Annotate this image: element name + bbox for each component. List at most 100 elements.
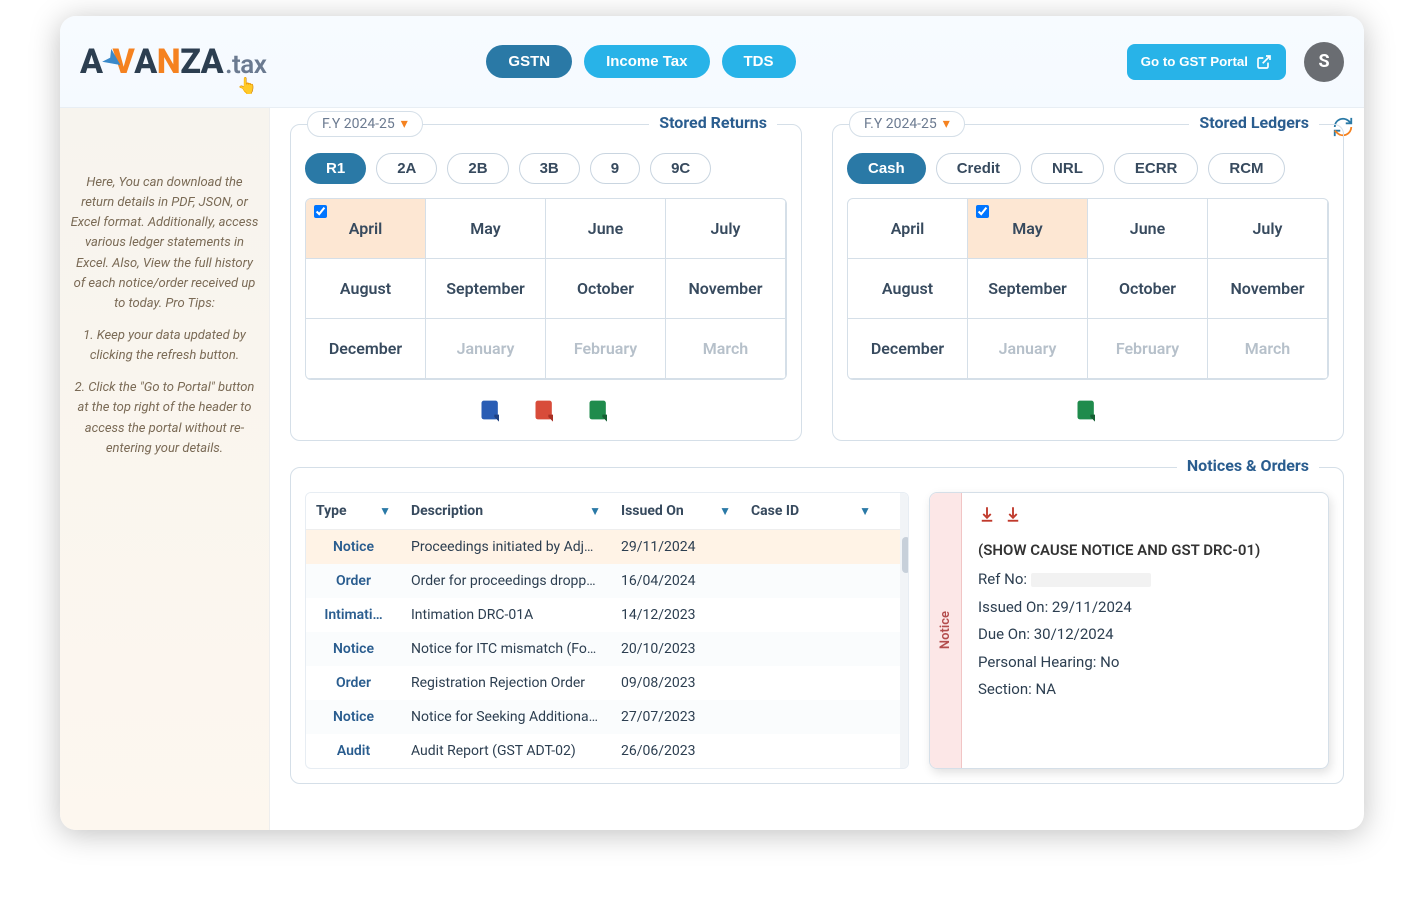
returns-month-november[interactable]: November [666,259,786,319]
export-excel-button[interactable] [586,396,614,424]
ledgers-month-february[interactable]: February [1088,319,1208,379]
chip-2a[interactable]: 2A [376,153,437,184]
chip-credit[interactable]: Credit [936,153,1021,184]
tab-gstn[interactable]: GSTN [486,45,572,78]
returns-month-december[interactable]: December [306,319,426,379]
chip-cash[interactable]: Cash [847,153,926,184]
cell-case-id [741,530,881,564]
stored-ledgers-panel: Stored Ledgers F.Y 2024-25 ▾ Cash Credit… [832,124,1344,441]
user-avatar[interactable]: S [1304,42,1344,82]
th-description[interactable]: Description▼ [401,493,611,529]
download-icon[interactable] [1004,505,1022,532]
notice-hearing-row: Personal Hearing: No [978,650,1312,676]
table-row[interactable]: OrderOrder for proceedings dropp…16/04/2… [306,564,908,598]
export-pdf-button[interactable] [532,396,560,424]
notice-detail-card: Notice (SHOW CAUSE NOTICE AND GST DRC-01… [929,492,1329,769]
tab-tds[interactable]: TDS [722,45,796,78]
ledgers-month-december[interactable]: December [848,319,968,379]
returns-month-april[interactable]: April [306,199,426,259]
returns-month-january[interactable]: January [426,319,546,379]
ledgers-month-january[interactable]: January [968,319,1088,379]
sidebar-paragraph-2: 1. Keep your data updated by clicking th… [70,326,259,366]
export-json-button[interactable] [478,396,506,424]
ledgers-month-august[interactable]: August [848,259,968,319]
ledgers-month-checkbox[interactable] [976,205,989,218]
returns-month-october[interactable]: October [546,259,666,319]
chip-3b[interactable]: 3B [519,153,580,184]
download-icon[interactable] [978,505,996,532]
ledgers-month-november[interactable]: November [1208,259,1328,319]
header-tabs: GSTN Income Tax TDS [486,45,795,78]
cell-issued-on: 09/08/2023 [611,666,741,700]
ledgers-month-september[interactable]: September [968,259,1088,319]
notices-tbody: Notice Proceedings initiated by Adj…29/11… [306,530,908,768]
cell-description: Notice for ITC mismatch (Fo… [401,632,611,666]
chip-9[interactable]: 9 [590,153,640,184]
cell-type: Notice [306,632,401,666]
cell-description: Intimation DRC-01A [401,598,611,632]
returns-fy-dropdown[interactable]: F.Y 2024-25 ▾ [307,111,423,137]
cell-type: Audit [306,734,401,768]
chip-2b[interactable]: 2B [447,153,508,184]
cell-case-id [741,700,881,734]
ledger-type-chips: Cash Credit NRL ECRR RCM [847,153,1329,184]
chip-ecrr[interactable]: ECRR [1114,153,1199,184]
chip-nrl[interactable]: NRL [1031,153,1104,184]
go-to-portal-button[interactable]: Go to GST Portal [1127,44,1286,80]
cell-type: Notice [306,700,401,734]
returns-month-june[interactable]: June [546,199,666,259]
ledgers-month-april[interactable]: April [848,199,968,259]
ledgers-fy-label: F.Y 2024-25 [864,116,937,132]
ledgers-month-march[interactable]: March [1208,319,1328,379]
filter-icon[interactable]: ▼ [379,504,391,518]
ledgers-month-october[interactable]: October [1088,259,1208,319]
table-row[interactable]: OrderRegistration Rejection Order09/08/2… [306,666,908,700]
stored-returns-panel: Stored Returns F.Y 2024-25 ▾ R1 2A 2B 3B… [290,124,802,441]
table-row[interactable]: AuditAudit Report (GST ADT-02)26/06/2023 [306,734,908,768]
table-row[interactable]: NoticeNotice for Seeking Additiona…27/07… [306,700,908,734]
filter-icon[interactable]: ▼ [859,504,871,518]
chip-9c[interactable]: 9C [650,153,711,184]
filter-icon[interactable]: ▼ [719,504,731,518]
returns-month-march[interactable]: March [666,319,786,379]
cell-description: Audit Report (GST ADT-02) [401,734,611,768]
ledgers-export-excel-button[interactable] [1074,396,1102,424]
scroll-thumb[interactable] [902,537,909,573]
notice-ref-row: Ref No: [978,567,1312,593]
returns-month-september[interactable]: September [426,259,546,319]
returns-month-july[interactable]: July [666,199,786,259]
ledgers-month-july[interactable]: July [1208,199,1328,259]
chip-r1[interactable]: R1 [305,153,366,184]
table-row[interactable]: NoticeProceedings initiated by Adj…29/11… [306,530,908,564]
table-scrollbar[interactable] [900,493,909,768]
returns-month-february[interactable]: February [546,319,666,379]
notice-issued-row: Issued On: 29/11/2024 [978,595,1312,621]
th-issued-on[interactable]: Issued On▼ [611,493,741,529]
cell-case-id [741,598,881,632]
external-link-icon [1256,54,1272,70]
cell-description: Proceedings initiated by Adj… [401,530,611,564]
chip-rcm[interactable]: RCM [1208,153,1284,184]
ledgers-fy-dropdown[interactable]: F.Y 2024-25 ▾ [849,111,965,137]
filter-icon[interactable]: ▼ [589,504,601,518]
app-header: A➤VANZA.tax 👆 GSTN Income Tax TDS Go to … [60,16,1364,108]
ledgers-month-grid: April May June July August September Oct… [847,198,1329,380]
th-case-id[interactable]: Case ID▼ [741,493,881,529]
cell-case-id [741,734,881,768]
stored-returns-title: Stored Returns [649,113,777,132]
th-type[interactable]: Type▼ [306,493,401,529]
cell-issued-on: 29/11/2024 [611,530,741,564]
cell-description: Order for proceedings dropp… [401,564,611,598]
ledgers-month-may[interactable]: May [968,199,1088,259]
cell-type: Intimati… [306,598,401,632]
returns-month-august[interactable]: August [306,259,426,319]
cell-description: Notice for Seeking Additiona… [401,700,611,734]
returns-month-checkbox[interactable] [314,205,327,218]
table-row[interactable]: NoticeNotice for ITC mismatch (Fo…20/10/… [306,632,908,666]
table-row[interactable]: Intimati…Intimation DRC-01A14/12/2023 [306,598,908,632]
hand-cursor-icon: 👆 [237,76,257,95]
ledgers-month-june[interactable]: June [1088,199,1208,259]
tab-income-tax[interactable]: Income Tax [584,45,709,78]
returns-month-may[interactable]: May [426,199,546,259]
returns-month-grid: April May June July August September Oct… [305,198,787,380]
